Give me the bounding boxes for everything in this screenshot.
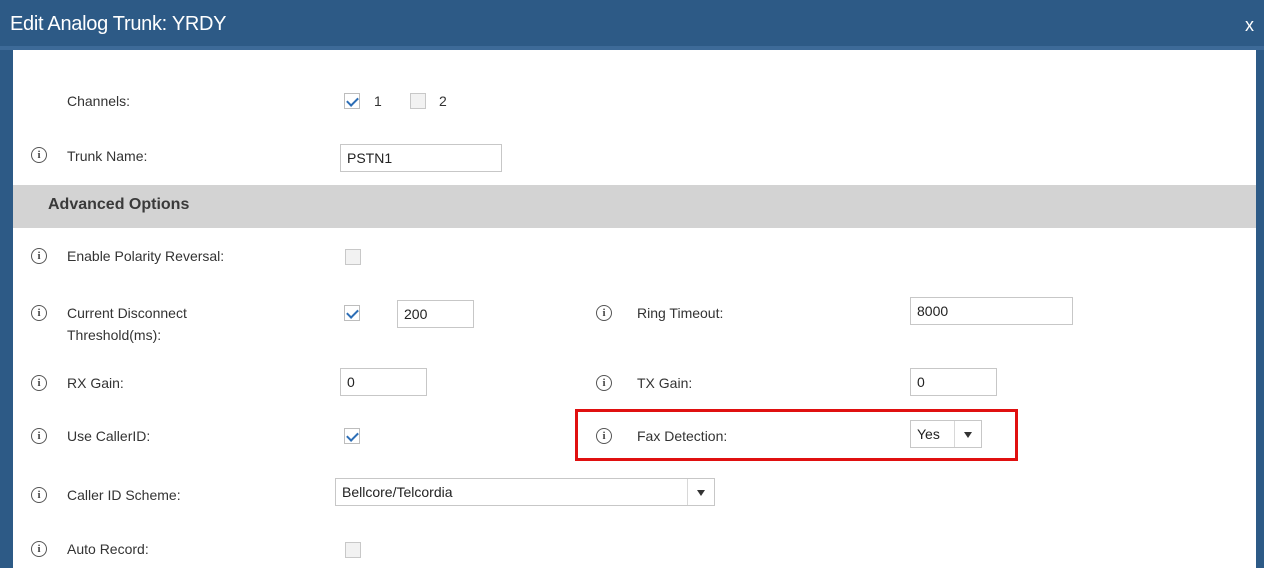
polarity-reversal-checkbox[interactable] [345,249,361,265]
dialog-frame-right [1256,50,1264,568]
info-icon[interactable]: i [31,541,47,557]
callerid-scheme-select[interactable]: Bellcore/Telcordia [335,478,715,506]
disconnect-threshold-input[interactable]: 200 [397,300,474,328]
highlight-box [575,409,1018,461]
channel-1-label: 1 [374,93,382,109]
tx-gain-label: TX Gain: [637,375,693,391]
info-icon[interactable]: i [596,375,612,391]
info-icon[interactable]: i [596,305,612,321]
tx-gain-input[interactable]: 0 [910,368,997,396]
info-icon[interactable]: i [31,375,47,391]
disconnect-threshold-label-line2: Threshold(ms): [67,327,162,343]
rx-gain-label: RX Gain: [67,375,124,391]
info-icon[interactable]: i [31,147,47,163]
polarity-reversal-label: Enable Polarity Reversal: [67,248,225,264]
channel-1-checkbox[interactable] [344,93,360,109]
ring-timeout-label: Ring Timeout: [637,305,724,321]
dialog-title: Edit Analog Trunk: YRDY [10,13,227,35]
disconnect-threshold-label-line1: Current Disconnect [67,305,187,321]
use-callerid-label: Use CallerID: [67,428,151,444]
edit-trunk-dialog: Edit Analog Trunk: YRDY x Channels: 1 2 … [0,0,1264,568]
advanced-options-header: Advanced Options [13,185,1256,228]
advanced-options-title: Advanced Options [48,196,190,213]
ring-timeout-input[interactable]: 8000 [910,297,1073,325]
use-callerid-checkbox[interactable] [344,428,360,444]
auto-record-label: Auto Record: [67,541,149,557]
info-icon[interactable]: i [31,248,47,264]
dialog-titlebar: Edit Analog Trunk: YRDY x [0,0,1264,50]
info-icon[interactable]: i [31,428,47,444]
info-icon[interactable]: i [31,487,47,503]
auto-record-checkbox[interactable] [345,542,361,558]
disconnect-threshold-checkbox[interactable] [344,305,360,321]
dialog-frame-left [0,50,13,568]
trunk-name-input[interactable]: PSTN1 [340,144,502,172]
channel-2-label: 2 [439,93,447,109]
close-button[interactable]: x [1245,15,1254,36]
info-icon[interactable]: i [31,305,47,321]
trunk-name-label: Trunk Name: [67,148,148,164]
channels-label: Channels: [67,93,131,109]
channel-2-checkbox[interactable] [410,93,426,109]
callerid-scheme-label: Caller ID Scheme: [67,487,181,503]
callerid-scheme-value: Bellcore/Telcordia [342,484,453,500]
chevron-down-icon[interactable] [687,479,714,505]
rx-gain-input[interactable]: 0 [340,368,427,396]
